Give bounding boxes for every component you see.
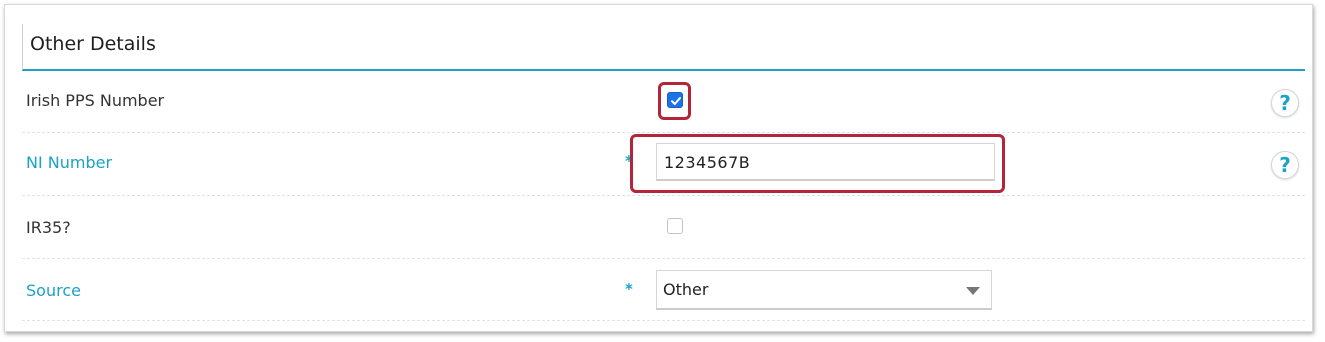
checkmark-icon [671,97,681,105]
irish-pps-label: Irish PPS Number [26,91,165,110]
chevron-down-icon [966,287,980,295]
irish-pps-checkbox[interactable] [667,92,683,108]
ni-number-input[interactable]: 1234567B [656,143,995,181]
source-label: Source [26,281,81,300]
ir35-row: IR35? [22,196,1305,259]
help-icon[interactable]: ? [1271,151,1299,179]
source-select[interactable]: Other [656,270,992,310]
ir35-checkbox[interactable] [667,218,683,234]
ni-number-label: NI Number [26,153,113,172]
other-details-panel: Other Details Irish PPS Number ? NI Numb… [4,4,1313,332]
ir35-label: IR35? [26,218,71,237]
section-header: Other Details [22,24,1305,71]
irish-pps-row: Irish PPS Number ? [22,71,1305,133]
help-icon[interactable]: ? [1271,89,1299,117]
ni-number-row: NI Number * 1234567B ? [22,133,1305,196]
source-selected-value: Other [663,280,709,299]
source-required-mark: * [625,280,633,298]
source-row: Source * Other [22,259,1305,321]
section-title: Other Details [30,33,156,55]
